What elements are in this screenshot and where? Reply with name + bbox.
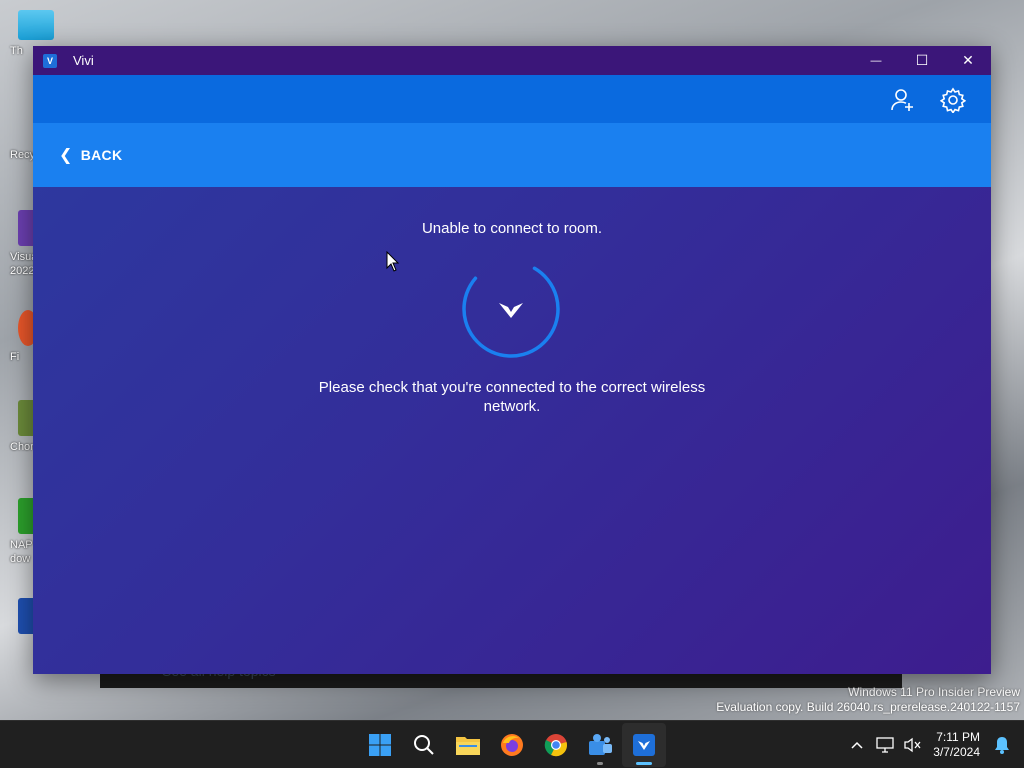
folder-icon xyxy=(456,737,480,755)
chevron-left-icon: ❮ xyxy=(59,147,73,164)
volume-muted-icon xyxy=(904,737,921,753)
bell-icon xyxy=(995,737,1009,754)
status-headline: Unable to connect to room. xyxy=(421,220,603,237)
close-icon: ✕ xyxy=(962,52,974,68)
loading-spinner xyxy=(462,260,560,358)
system-tray: 7:11 PM 3/7/2024 xyxy=(843,721,1024,768)
file-explorer-button[interactable] xyxy=(446,723,490,767)
window-controls: — ☐ ✕ xyxy=(853,46,991,75)
settings-button[interactable] xyxy=(939,87,967,115)
clock[interactable]: 7:11 PM 3/7/2024 xyxy=(933,730,980,760)
windows-start-icon xyxy=(369,734,391,756)
teams-icon xyxy=(589,734,612,755)
clock-time: 7:11 PM xyxy=(936,730,980,744)
minimize-icon: — xyxy=(870,54,882,67)
status-message: Please check that you're connected to th… xyxy=(318,379,706,415)
vivi-app-icon xyxy=(633,734,655,756)
vivi-window: V Vivi — ☐ ✕ ❮ BACK Unable to connect to… xyxy=(33,46,991,674)
app-header xyxy=(33,75,991,123)
chrome-button[interactable] xyxy=(534,723,578,767)
vivi-taskbar-button[interactable] xyxy=(622,723,666,767)
clock-date: 3/7/2024 xyxy=(933,745,980,759)
chrome-icon xyxy=(544,734,567,757)
maximize-button[interactable]: ☐ xyxy=(899,46,945,75)
show-hidden-icons-button[interactable] xyxy=(843,731,871,759)
monitor-icon xyxy=(18,10,54,40)
search-button[interactable] xyxy=(402,723,446,767)
network-icon xyxy=(876,737,894,753)
minimize-button[interactable]: — xyxy=(853,46,899,75)
search-icon xyxy=(414,735,434,755)
vivi-logo-icon: V xyxy=(43,53,57,68)
taskbar: 7:11 PM 3/7/2024 xyxy=(0,720,1024,768)
title-bar[interactable]: V Vivi — ☐ ✕ xyxy=(33,46,991,75)
back-button[interactable]: ❮ BACK xyxy=(59,145,122,165)
watermark-line-1: Windows 11 Pro Insider Preview xyxy=(848,685,1020,699)
maximize-icon: ☐ xyxy=(915,52,929,68)
windows-watermark: Windows 11 Pro Insider Preview Evaluatio… xyxy=(716,685,1020,715)
connection-status-panel: Unable to connect to room. Please check … xyxy=(33,187,991,674)
add-user-button[interactable] xyxy=(890,87,916,113)
network-button[interactable] xyxy=(871,731,899,759)
watermark-line-2: Evaluation copy. Build 26040.rs_prerelea… xyxy=(716,700,1020,714)
vivi-logo-mark xyxy=(499,303,523,318)
close-button[interactable]: ✕ xyxy=(945,46,991,75)
volume-button[interactable] xyxy=(899,731,927,759)
gear-icon xyxy=(939,87,967,115)
window-title: Vivi xyxy=(73,53,94,68)
back-label: BACK xyxy=(80,147,123,163)
teams-button[interactable] xyxy=(578,723,622,767)
start-button[interactable] xyxy=(358,723,402,767)
firefox-icon xyxy=(501,734,523,756)
notifications-button[interactable] xyxy=(988,731,1016,759)
firefox-button[interactable] xyxy=(490,723,534,767)
mouse-cursor-icon xyxy=(386,251,400,272)
chevron-up-icon xyxy=(851,741,863,749)
taskbar-apps xyxy=(358,721,666,768)
navigation-bar: ❮ BACK xyxy=(33,123,991,187)
add-user-icon xyxy=(891,89,913,111)
